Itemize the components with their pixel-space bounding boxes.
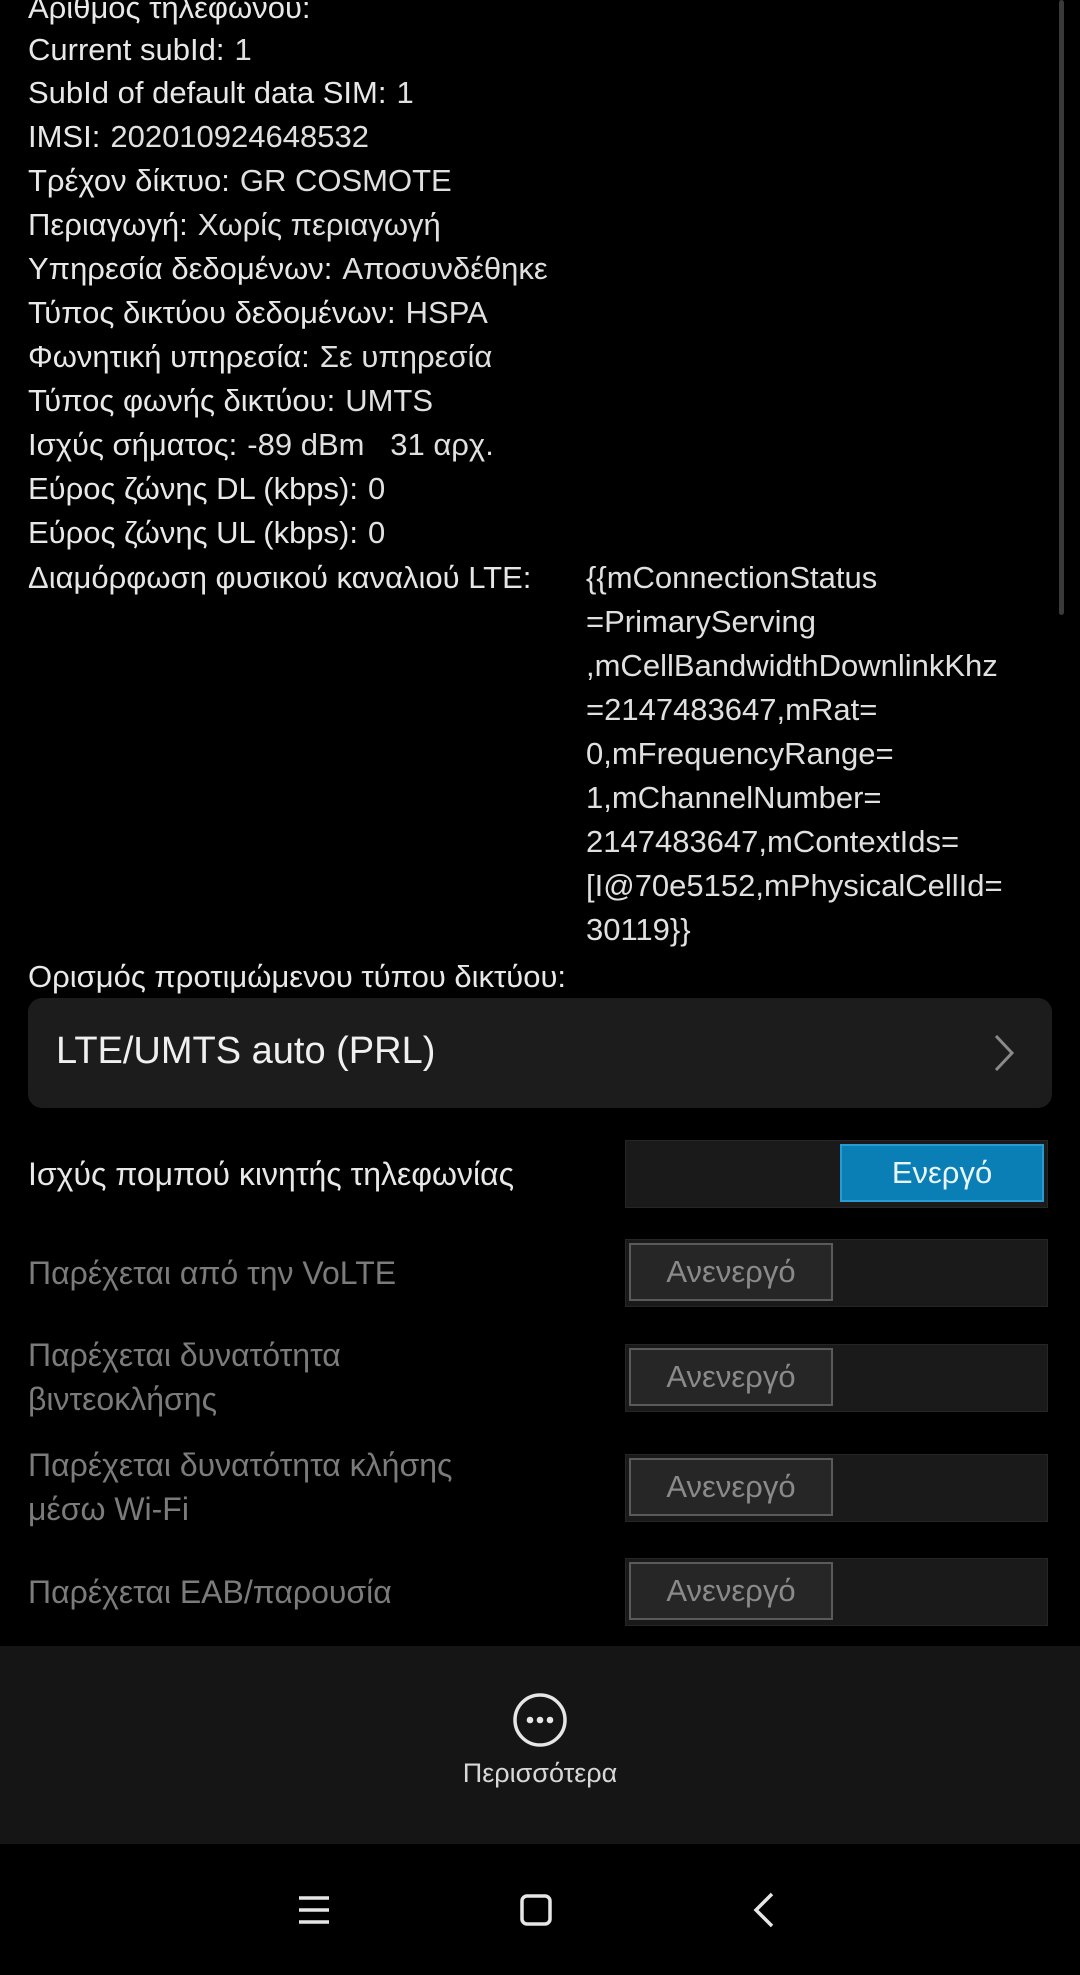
info-key: Περιαγωγή: — [28, 207, 188, 242]
info-row-data-network-type: Τύπος δικτύου δεδομένων: HSPA — [28, 291, 488, 335]
info-key: Εύρος ζώνης UL (kbps): — [28, 515, 358, 550]
video-calling-toggle[interactable]: Ανενεργό — [625, 1344, 1048, 1412]
lte-config-line: =2147483647,mRat= — [586, 692, 878, 727]
info-value: 1 — [234, 32, 252, 67]
toggle-state-off: Ανενεργό — [629, 1348, 833, 1406]
toggle-label-radio-power: Ισχύς πομπού κινητής τηλεφωνίας — [28, 1156, 515, 1192]
lte-config-line: 30119}} — [586, 912, 691, 947]
info-value: 1 — [396, 75, 414, 110]
info-key: SubId of default data SIM: — [28, 75, 387, 110]
info-value: Χωρίς περιαγωγή — [197, 207, 441, 242]
info-row-ul-bandwidth: Εύρος ζώνης UL (kbps): 0 — [28, 511, 385, 555]
toggle-label-volte: Παρέχεται από την VoLTE — [28, 1255, 397, 1291]
info-key: Τρέχον δίκτυο: — [28, 163, 230, 198]
menu-icon — [299, 1896, 329, 1924]
volte-toggle[interactable]: Ανενεργό — [625, 1239, 1048, 1307]
info-key: Ισχύς σήματος: — [28, 427, 238, 462]
toggle-label-eab-presence: Παρέχεται EAB/παρουσία — [28, 1574, 392, 1610]
lte-config-line: {{mConnectionStatus — [586, 560, 878, 595]
info-key: Αριθμός τηλεφώνου: — [28, 0, 311, 25]
more-button[interactable]: Περισσότερα — [439, 1692, 641, 1822]
info-value: UMTS — [345, 383, 434, 418]
home-icon — [520, 1894, 552, 1926]
more-horizontal-icon — [513, 1693, 567, 1747]
toggle-state-off: Ανενεργό — [629, 1458, 833, 1516]
toggle-state-on: Ενεργό — [840, 1144, 1044, 1202]
info-value: 202010924648532 — [110, 119, 369, 154]
lte-config-key: Διαμόρφωση φυσικού καναλιού LTE: — [28, 560, 532, 595]
toggle-label-video-calling: Παρέχεται δυνατότητα βιντεοκλήσης — [28, 1337, 341, 1417]
wifi-calling-toggle[interactable]: Ανενεργό — [625, 1454, 1048, 1522]
info-value: Αποσυνδέθηκε — [342, 251, 548, 286]
info-key: Τύπος φωνής δικτύου: — [28, 383, 336, 418]
home-nav-button[interactable] — [500, 1874, 572, 1946]
info-key: Current subId: — [28, 32, 225, 67]
lte-config-line: ,mCellBandwidthDownlinkKhz — [586, 648, 998, 683]
preferred-network-select[interactable]: LTE/UMTS auto (PRL) — [28, 998, 1052, 1108]
eab-presence-toggle[interactable]: Ανενεργό — [625, 1558, 1048, 1626]
preferred-network-value: LTE/UMTS auto (PRL) — [56, 1030, 436, 1072]
info-row-current-subid: Current subId: 1 — [28, 28, 252, 72]
info-row-data-service: Υπηρεσία δεδομένων: Αποσυνδέθηκε — [28, 247, 548, 291]
info-value: 0 — [367, 471, 386, 506]
back-nav-button[interactable] — [728, 1874, 800, 1946]
back-icon — [753, 1892, 774, 1928]
info-value: 0 — [367, 515, 386, 550]
info-key: Τύπος δικτύου δεδομένων: — [28, 295, 396, 330]
info-key: IMSI: — [28, 119, 101, 154]
info-value: -89 dBm 31 αρχ. — [247, 427, 494, 462]
info-row-voice-network-type: Τύπος φωνής δικτύου: UMTS — [28, 379, 433, 423]
info-row-imsi: IMSI: 202010924648532 — [28, 115, 369, 159]
bottom-action-bar: Περισσότερα — [0, 1646, 1080, 1844]
lte-config-line: =PrimaryServing — [586, 604, 816, 639]
menu-nav-button[interactable] — [278, 1874, 350, 1946]
info-value: HSPA — [405, 295, 488, 330]
toggle-state-off: Ανενεργό — [629, 1562, 833, 1620]
info-key: Φωνητική υπηρεσία: — [28, 339, 310, 374]
scrollbar[interactable] — [1059, 0, 1064, 615]
lte-config-line: 2147483647,mContextIds= — [586, 824, 960, 859]
info-row-voice-service: Φωνητική υπηρεσία: Σε υπηρεσία — [28, 335, 492, 379]
info-row-default-data-subid: SubId of default data SIM: 1 — [28, 71, 414, 115]
chevron-right-icon — [994, 1034, 1015, 1072]
info-key: Υπηρεσία δεδομένων: — [28, 251, 333, 286]
lte-config-line: [I@70e5152,mPhysicalCellId= — [586, 868, 1003, 903]
preferred-network-label: Ορισμός προτιμώμενου τύπου δικτύου: — [28, 959, 567, 994]
info-value: GR COSMOTE — [239, 163, 452, 198]
toggle-state-off: Ανενεργό — [629, 1243, 833, 1301]
info-row-roaming: Περιαγωγή: Χωρίς περιαγωγή — [28, 203, 441, 247]
lte-config-value: {{mConnectionStatus =PrimaryServing ,mCe… — [586, 556, 1046, 952]
lte-config-line: 0,mFrequencyRange= — [586, 736, 894, 771]
info-key: Εύρος ζώνης DL (kbps): — [28, 471, 358, 506]
system-nav-bar — [0, 1844, 1080, 1975]
radio-power-toggle[interactable]: Ενεργό — [625, 1140, 1048, 1208]
lte-config-line: 1,mChannelNumber= — [586, 780, 882, 815]
info-row-phone-number: Αριθμός τηλεφώνου: — [28, 0, 321, 30]
info-row-current-network: Τρέχον δίκτυο: GR COSMOTE — [28, 159, 452, 203]
info-value: Σε υπηρεσία — [319, 339, 493, 374]
toggle-label-wifi-calling: Παρέχεται δυνατότητα κλήσης μέσω Wi-Fi — [28, 1447, 453, 1527]
info-row-dl-bandwidth: Εύρος ζώνης DL (kbps): 0 — [28, 467, 385, 511]
info-row-signal-strength: Ισχύς σήματος: -89 dBm 31 αρχ. — [28, 423, 494, 467]
more-label: Περισσότερα — [462, 1758, 618, 1788]
